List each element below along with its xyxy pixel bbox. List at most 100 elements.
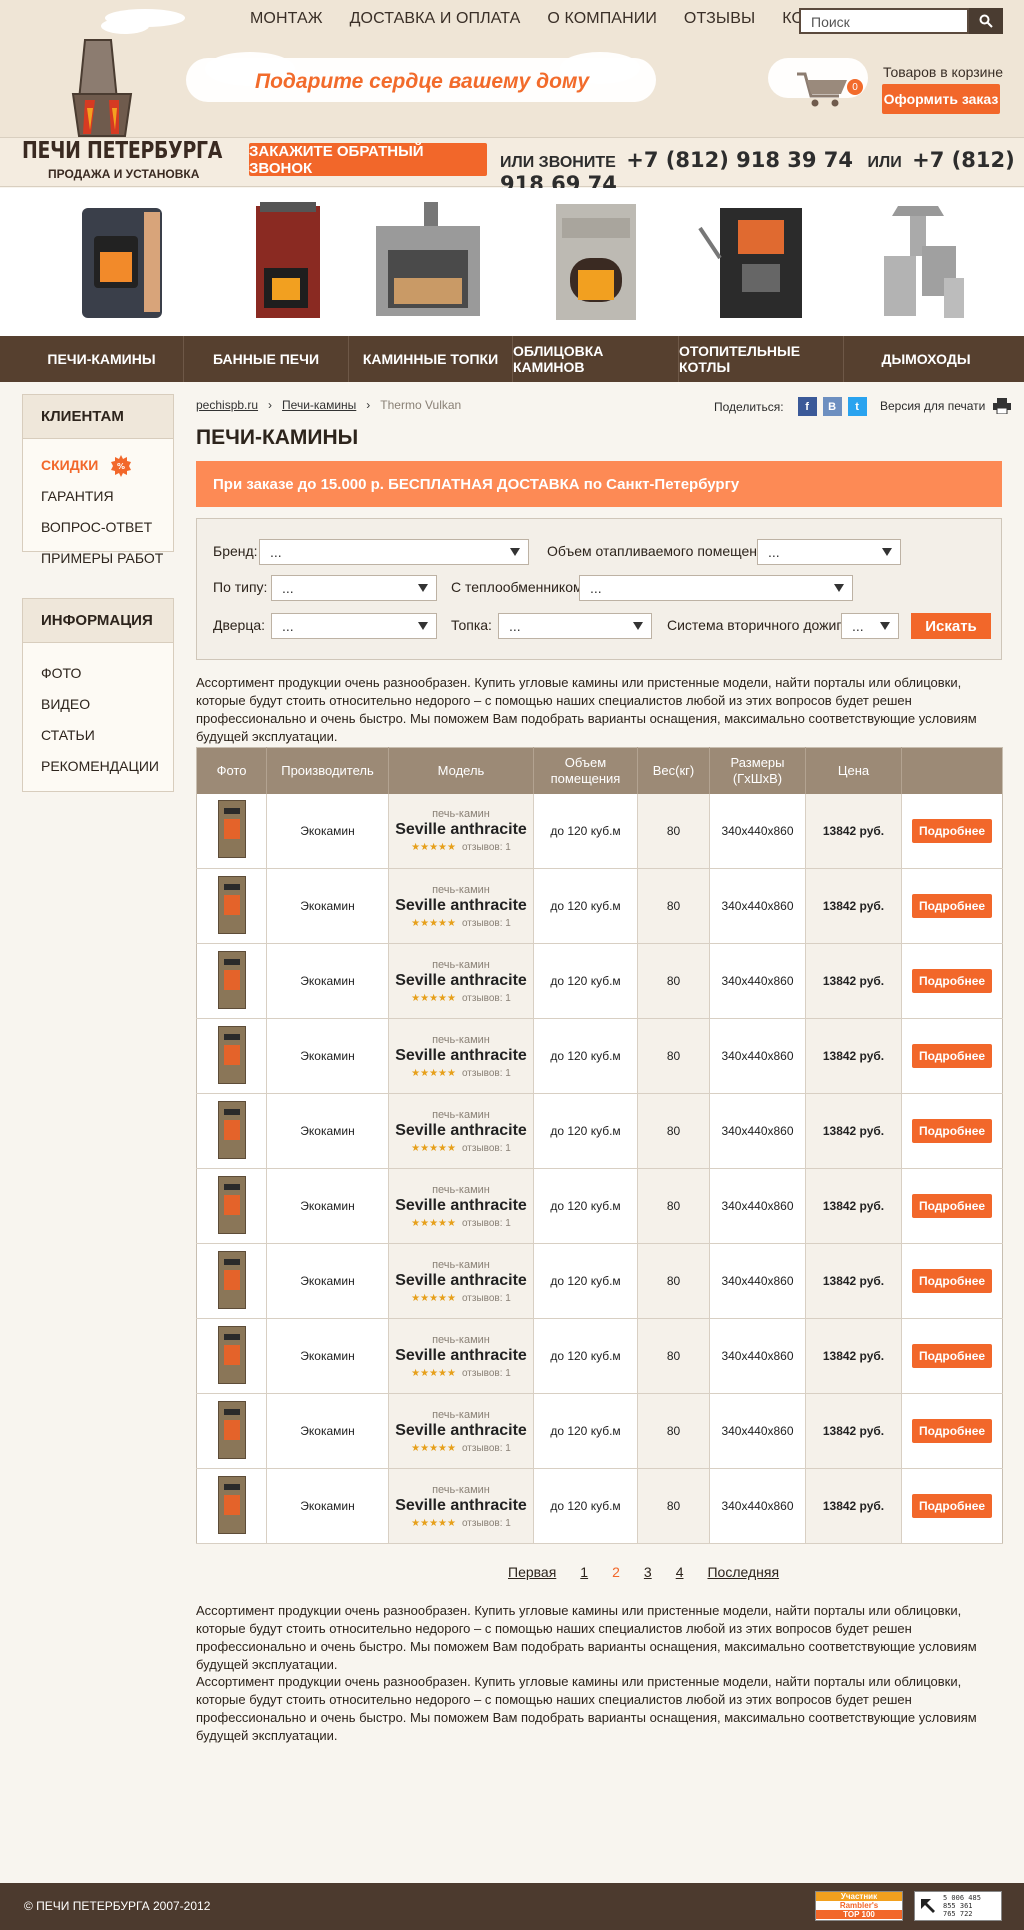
callback-button[interactable]: ЗАКАЖИТЕ ОБРАТНЫЙ ЗВОНОК bbox=[249, 143, 487, 177]
twitter-icon[interactable]: t bbox=[847, 397, 867, 416]
details-button[interactable]: Подробнее bbox=[912, 1044, 992, 1068]
boiler-image[interactable] bbox=[690, 198, 830, 326]
sidebar-item-recommendations[interactable]: РЕКОМЕНДАЦИИ bbox=[41, 756, 173, 787]
details-button[interactable]: Подробнее bbox=[912, 1494, 992, 1518]
search-button[interactable] bbox=[969, 8, 1003, 34]
product-thumbnail[interactable] bbox=[217, 1100, 246, 1159]
sauna-stove-image[interactable] bbox=[216, 198, 356, 326]
cat-boilers[interactable]: ОТОПИТЕЛЬНЫЕ КОТЛЫ bbox=[679, 336, 844, 382]
cat-chimneys[interactable]: ДЫМОХОДЫ bbox=[844, 336, 1008, 382]
page-last[interactable]: Последняя bbox=[707, 1564, 779, 1580]
details-button[interactable]: Подробнее bbox=[912, 1119, 992, 1143]
brand-select[interactable]: ... bbox=[259, 539, 529, 565]
product-model-link[interactable]: Seville anthracite bbox=[389, 896, 533, 915]
product-thumbnail[interactable] bbox=[217, 1325, 246, 1384]
product-thumbnail[interactable] bbox=[217, 875, 246, 934]
afterburn-select[interactable]: ... bbox=[841, 613, 899, 639]
product-model-link[interactable]: Seville anthracite bbox=[389, 971, 533, 990]
product-model-link[interactable]: Seville anthracite bbox=[389, 1496, 533, 1515]
product-model-link[interactable]: Seville anthracite bbox=[389, 1121, 533, 1140]
logo-title[interactable]: ПЕЧИ ПЕТЕРБУРГА bbox=[22, 138, 222, 164]
product-thumbnail[interactable] bbox=[217, 950, 246, 1009]
door-select[interactable]: ... bbox=[271, 613, 437, 639]
product-model-link[interactable]: Seville anthracite bbox=[389, 1196, 533, 1215]
reviews-count[interactable]: отзывов: 1 bbox=[462, 1143, 511, 1154]
product-thumbnail[interactable] bbox=[217, 1175, 246, 1234]
cart-icon[interactable] bbox=[795, 70, 851, 108]
checkout-button[interactable]: Оформить заказ bbox=[882, 84, 1000, 114]
details-button[interactable]: Подробнее bbox=[912, 1269, 992, 1293]
search-input[interactable]: Поиск bbox=[799, 8, 969, 34]
product-model-link[interactable]: Seville anthracite bbox=[389, 1421, 533, 1440]
sidebar-item-articles[interactable]: СТАТЬИ bbox=[41, 725, 173, 756]
size-cell: 340x440x860 bbox=[709, 868, 806, 944]
firebox-image[interactable] bbox=[358, 198, 498, 326]
reviews-count[interactable]: отзывов: 1 bbox=[462, 1518, 511, 1529]
firebox-select[interactable]: ... bbox=[498, 613, 652, 639]
filter-search-button[interactable]: Искать bbox=[911, 613, 991, 639]
product-model-link[interactable]: Seville anthracite bbox=[389, 1046, 533, 1065]
product-model-link[interactable]: Seville anthracite bbox=[389, 820, 533, 839]
cat-sauna-stoves[interactable]: БАННЫЕ ПЕЧИ bbox=[184, 336, 349, 382]
product-thumbnail[interactable] bbox=[217, 800, 246, 859]
nav-montage[interactable]: МОНТАЖ bbox=[250, 10, 323, 28]
product-thumbnail[interactable] bbox=[217, 1475, 246, 1534]
sidebar-item-faq[interactable]: ВОПРОС-ОТВЕТ bbox=[41, 517, 173, 548]
reviews-count[interactable]: отзывов: 1 bbox=[462, 993, 511, 1004]
reviews-count[interactable]: отзывов: 1 bbox=[462, 1368, 511, 1379]
cat-fireboxes[interactable]: КАМИННЫЕ ТОПКИ bbox=[349, 336, 513, 382]
reviews-count[interactable]: отзывов: 1 bbox=[462, 1443, 511, 1454]
phone-1[interactable]: +7 (812) 918 39 74 bbox=[626, 148, 853, 172]
details-button[interactable]: Подробнее bbox=[912, 969, 992, 993]
details-button[interactable]: Подробнее bbox=[912, 1344, 992, 1368]
details-button[interactable]: Подробнее bbox=[912, 818, 992, 843]
stove-image[interactable] bbox=[52, 198, 192, 326]
product-thumbnail[interactable] bbox=[217, 1025, 246, 1084]
crumb-category[interactable]: Печи-камины bbox=[282, 398, 356, 412]
facebook-icon[interactable]: f bbox=[797, 397, 817, 416]
cat-stove-fireplaces[interactable]: ПЕЧИ-КАМИНЫ bbox=[20, 336, 184, 382]
nav-reviews[interactable]: ОТЗЫВЫ bbox=[684, 10, 755, 28]
cat-cladding[interactable]: ОБЛИЦОВКА КАМИНОВ bbox=[513, 336, 679, 382]
details-button[interactable]: Подробнее bbox=[912, 1419, 992, 1443]
sidebar-item-photo[interactable]: ФОТО bbox=[41, 663, 173, 694]
rambler-top100-badge[interactable]: Участник Rambler's TOP 100 bbox=[815, 1891, 903, 1921]
print-version[interactable]: Версия для печати bbox=[880, 398, 1012, 414]
reviews-count[interactable]: отзывов: 1 bbox=[462, 842, 511, 853]
product-model-link[interactable]: Seville anthracite bbox=[389, 1271, 533, 1290]
sidebar-item-works[interactable]: ПРИМЕРЫ РАБОТ bbox=[41, 548, 173, 579]
product-photo-cell bbox=[196, 1018, 267, 1094]
reviews-count[interactable]: отзывов: 1 bbox=[462, 1293, 511, 1304]
nav-delivery[interactable]: ДОСТАВКА И ОПЛАТА bbox=[350, 10, 521, 28]
visit-counter-badge[interactable]: 5 006 485 855 361 765 722 bbox=[914, 1891, 1002, 1921]
cladding-image[interactable] bbox=[526, 198, 666, 326]
reviews-count[interactable]: отзывов: 1 bbox=[462, 1218, 511, 1229]
exchanger-select[interactable]: ... bbox=[579, 575, 853, 601]
page-4[interactable]: 4 bbox=[676, 1564, 684, 1580]
sidebar-item-warranty[interactable]: ГАРАНТИЯ bbox=[41, 486, 173, 517]
page-3[interactable]: 3 bbox=[644, 1564, 652, 1580]
col-photo: Фото bbox=[196, 747, 267, 794]
sidebar-item-discounts[interactable]: СКИДКИ % bbox=[41, 455, 173, 486]
nav-about[interactable]: О КОМПАНИИ bbox=[547, 10, 657, 28]
sidebar-item-video[interactable]: ВИДЕО bbox=[41, 694, 173, 725]
product-model-link[interactable]: Seville anthracite bbox=[389, 1346, 533, 1365]
footer-copyright: © ПЕЧИ ПЕТЕРБУРГА 2007-2012 bbox=[24, 1899, 211, 1913]
product-type: печь-камин bbox=[432, 883, 490, 896]
details-button[interactable]: Подробнее bbox=[912, 894, 992, 918]
description-bottom-2: Ассортимент продукции очень разнообразен… bbox=[196, 1674, 977, 1743]
page-first[interactable]: Первая bbox=[508, 1564, 556, 1580]
logo-chimney-icon[interactable] bbox=[45, 8, 185, 138]
vkontakte-icon[interactable]: В bbox=[822, 397, 842, 416]
volume-select[interactable]: ... bbox=[757, 539, 901, 565]
chimney-pipes-image[interactable] bbox=[848, 198, 988, 326]
crumb-home[interactable]: pechispb.ru bbox=[196, 398, 258, 412]
reviews-count[interactable]: отзывов: 1 bbox=[462, 918, 511, 929]
details-button[interactable]: Подробнее bbox=[912, 1194, 992, 1218]
product-thumbnail[interactable] bbox=[217, 1250, 246, 1309]
product-type: печь-камин bbox=[432, 808, 490, 821]
type-select[interactable]: ... bbox=[271, 575, 437, 601]
reviews-count[interactable]: отзывов: 1 bbox=[462, 1068, 511, 1079]
page-1[interactable]: 1 bbox=[580, 1564, 588, 1580]
product-thumbnail[interactable] bbox=[217, 1400, 246, 1459]
